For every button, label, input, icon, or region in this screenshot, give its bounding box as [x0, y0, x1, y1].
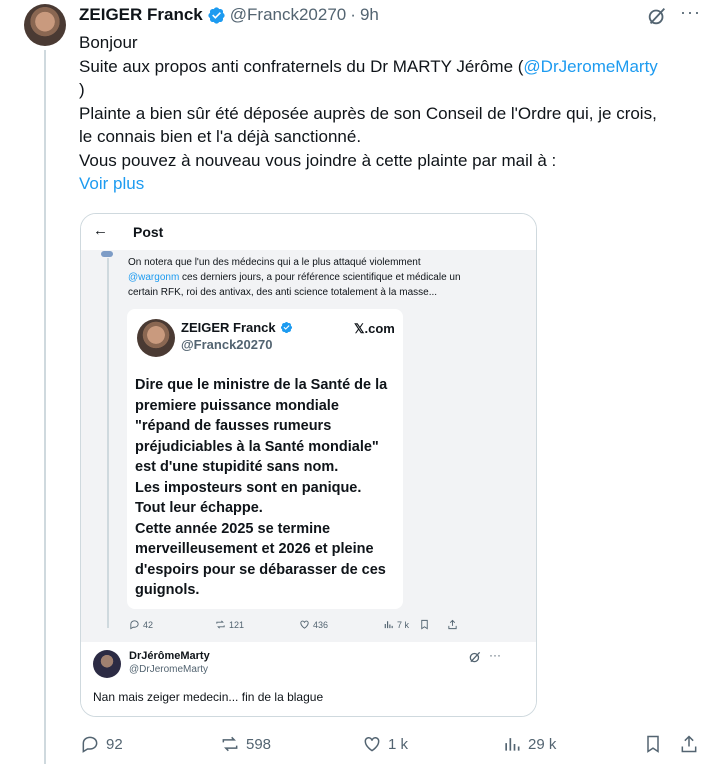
- thread-line: [44, 50, 46, 764]
- heart-icon: [300, 620, 309, 629]
- author-avatar[interactable]: [24, 4, 66, 46]
- bookmark-icon: [647, 735, 659, 753]
- screenshot-post-title: Post: [133, 224, 164, 240]
- screenshot-view-count: 7 k: [397, 619, 410, 630]
- tweet-line: Bonjour: [79, 33, 138, 52]
- post-time[interactable]: 9h: [360, 5, 379, 25]
- screenshot-like-count: 436: [313, 619, 329, 630]
- tweet-text: Bonjour Suite aux propos anti confratern…: [79, 31, 709, 196]
- screenshot-repost-count: 121: [229, 619, 245, 630]
- view-count: 29 k: [528, 735, 557, 753]
- reply-count: 92: [106, 735, 123, 753]
- share-button[interactable]: [679, 730, 699, 758]
- repost-count: 598: [246, 735, 272, 753]
- views-icon: [505, 738, 520, 751]
- screenshot-reply: DrJérômeMarty @DrJeromeMarty ··· Nan mai…: [81, 642, 536, 716]
- screenshot-view-stat: 7 k: [383, 619, 409, 630]
- screenshot-share-icon: [447, 619, 458, 630]
- grok-icon[interactable]: [646, 5, 668, 27]
- quoted-text: Dire que le ministre de la Santé de la p…: [135, 375, 397, 601]
- bookmark-button[interactable]: [643, 730, 663, 758]
- more-options-icon[interactable]: ···: [680, 2, 701, 23]
- quoted-post: ZEIGER Franck @Franck20270 𝕏.com Dire qu…: [127, 309, 403, 609]
- verified-badge-icon: [208, 6, 225, 24]
- reply-more-icon: ···: [489, 648, 501, 662]
- quoted-line: merveilleusement et 2026 et pleine: [135, 541, 374, 557]
- like-button[interactable]: 1 k: [362, 730, 408, 758]
- screenshot-image: ← Post On notera que l'un des médecins q…: [81, 214, 536, 642]
- quoted-avatar: [137, 319, 175, 357]
- share-icon: [681, 735, 697, 753]
- screenshot-repost-stat: 121: [215, 619, 244, 630]
- screenshot-line: @wargonm ces derniers jours, a pour réfé…: [128, 270, 528, 285]
- quoted-line: Tout leur échappe.: [135, 500, 263, 516]
- quoted-handle: @Franck20270: [181, 337, 273, 352]
- quoted-line: premiere puissance mondiale: [135, 397, 339, 414]
- screenshot-line-text: ces derniers jours, a pour référence sci…: [179, 272, 461, 283]
- quoted-line: Cette année 2025 se termine: [135, 520, 331, 537]
- back-arrow-icon: ←: [93, 222, 108, 239]
- quoted-line: guignols.: [135, 582, 200, 598]
- screenshot-line: On notera que l'un des médecins qui a le…: [128, 257, 421, 268]
- repost-icon: [222, 736, 238, 752]
- screenshot-reply-count: 42: [143, 619, 154, 630]
- quoted-line: "répand de fausses rumeurs: [135, 418, 332, 434]
- reply-text: Nan mais zeiger medecin... fin de la bla…: [93, 690, 324, 704]
- action-bar: 92 598 1 k 29 k: [0, 730, 727, 758]
- tweet-header: ZEIGER Franck @Franck20270 · 9h: [79, 4, 379, 26]
- screenshot-like-stat: 436: [299, 619, 328, 630]
- tweet-line: Plainte a bien sûr été déposée auprès de…: [79, 103, 657, 123]
- quoted-author-name: ZEIGER Franck: [181, 320, 276, 335]
- reply-author-name: DrJérômeMarty: [129, 650, 210, 662]
- quoted-line: d'espoirs pour se débarasser de ces: [135, 561, 386, 578]
- author-name[interactable]: ZEIGER Franck: [79, 5, 203, 25]
- repost-icon: [216, 620, 225, 629]
- screenshot-bookmark-icon: [419, 619, 430, 630]
- screenshot-line: certain RFK, roi des antivax, des anti s…: [128, 287, 438, 298]
- reply-button[interactable]: 92: [80, 730, 123, 758]
- screenshot-text: On notera que l'un des médecins qui a le…: [128, 255, 528, 300]
- author-handle[interactable]: @Franck20270: [230, 5, 347, 25]
- separator-dot: ·: [350, 5, 356, 24]
- grok-icon: [469, 651, 481, 663]
- screenshot-header: ← Post: [81, 214, 536, 250]
- quoted-author: ZEIGER Franck: [181, 320, 293, 335]
- tweet-line: Vous pouvez à nouveau vous joindre à cet…: [79, 150, 557, 170]
- quoted-line: est d'une stupidité sans nom.: [135, 459, 339, 475]
- heart-icon: [364, 736, 380, 752]
- reply-icon: [130, 620, 139, 630]
- show-more-link[interactable]: Voir plus: [79, 172, 709, 196]
- screenshot-mention: @wargonm: [128, 272, 180, 283]
- views-icon: [384, 621, 393, 629]
- screenshot-actions: 42 121 436 7 k: [129, 619, 469, 633]
- media-card[interactable]: ← Post On notera que l'un des médecins q…: [80, 213, 537, 717]
- verified-badge-icon: [280, 321, 292, 334]
- tweet-line: ): [79, 80, 85, 99]
- reply-avatar: [93, 650, 121, 678]
- tweet-line: le connais bien et l'a déjà sanctionné.: [79, 127, 362, 146]
- like-count: 1 k: [388, 735, 409, 753]
- repost-button[interactable]: 598: [220, 730, 271, 758]
- reply-author-handle: @DrJeromeMarty: [129, 664, 209, 675]
- reply-icon: [82, 736, 98, 753]
- mini-avatar: [101, 251, 113, 257]
- quoted-line: préjudiciables à la Santé mondiale": [135, 438, 379, 455]
- mention-link[interactable]: @DrJeromeMarty: [523, 57, 657, 76]
- inner-thread-line: [107, 258, 109, 628]
- quoted-line: Dire que le ministre de la Santé de la: [135, 377, 388, 393]
- tweet-line-text: Suite aux propos anti confraternels du D…: [79, 56, 524, 76]
- x-logo-icon: 𝕏.com: [354, 321, 395, 336]
- screenshot-reply-stat: 42: [129, 619, 153, 630]
- quoted-line: Les imposteurs sont en panique.: [135, 479, 362, 496]
- tweet-line: Suite aux propos anti confraternels du D…: [79, 55, 709, 79]
- views-button[interactable]: 29 k: [502, 730, 556, 758]
